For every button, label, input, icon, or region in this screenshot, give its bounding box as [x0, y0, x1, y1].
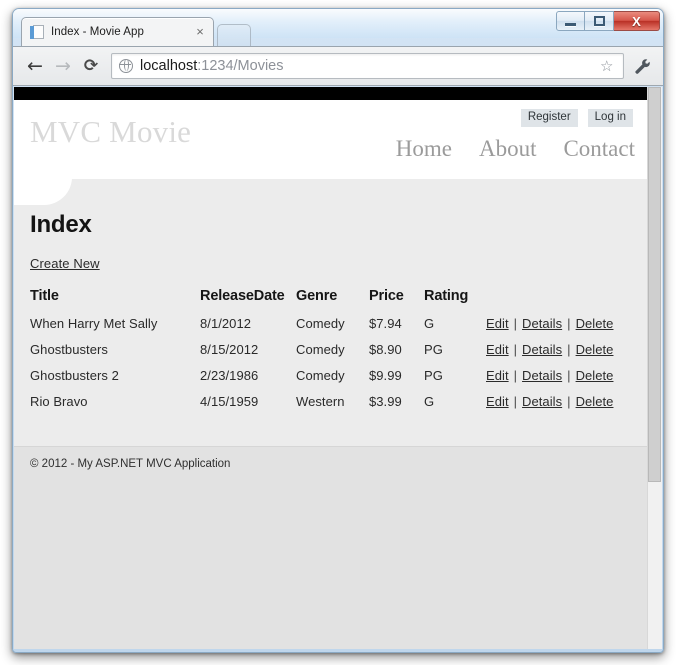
- url-host: localhost: [140, 58, 197, 74]
- create-new-wrapper: Create New: [30, 255, 631, 273]
- account-links: Register Log in: [521, 109, 633, 127]
- row-actions: Edit|Details|Delete: [486, 363, 631, 389]
- address-bar-url: localhost:1234/Movies: [140, 58, 283, 74]
- forward-icon[interactable]: →: [49, 52, 77, 80]
- address-bar[interactable]: localhost:1234/Movies ☆: [111, 53, 624, 79]
- movie-genre: Western: [296, 389, 369, 415]
- wrench-icon[interactable]: [629, 53, 655, 79]
- action-separator: |: [509, 368, 522, 383]
- nav-item-contact[interactable]: Contact: [563, 136, 635, 162]
- login-link[interactable]: Log in: [588, 109, 633, 127]
- action-separator: |: [562, 368, 575, 383]
- tab-title: Index - Movie App: [51, 26, 193, 38]
- table-header-row: Title ReleaseDate Genre Price Rating: [30, 287, 631, 311]
- movie-price: $7.94: [369, 311, 424, 337]
- site-brand[interactable]: MVC Movie: [30, 114, 191, 150]
- column-header-genre: Genre: [296, 287, 369, 311]
- delete-link[interactable]: Delete: [576, 316, 614, 331]
- page-scrollbar-thumb[interactable]: [648, 87, 661, 482]
- footer-copyright: © 2012 - My ASP.NET MVC Application: [30, 458, 631, 470]
- column-header-title: Title: [30, 287, 200, 311]
- movie-genre: Comedy: [296, 337, 369, 363]
- column-header-price: Price: [369, 287, 424, 311]
- movie-price: $3.99: [369, 389, 424, 415]
- edit-link[interactable]: Edit: [486, 342, 509, 357]
- edit-link[interactable]: Edit: [486, 368, 509, 383]
- web-page: MVC Movie Register Log in Home About Con…: [14, 87, 647, 651]
- new-tab-button[interactable]: [217, 24, 251, 46]
- action-separator: |: [509, 394, 522, 409]
- tab-close-icon[interactable]: ×: [193, 26, 207, 38]
- main-content: Index Create New Title ReleaseDate: [14, 179, 647, 446]
- window-bottom-edge: [14, 649, 662, 651]
- table-row: Rio Bravo4/15/1959Western$3.99GEdit|Deta…: [30, 389, 631, 415]
- action-separator: |: [509, 342, 522, 357]
- table-row: Ghostbusters8/15/2012Comedy$8.90PGEdit|D…: [30, 337, 631, 363]
- movie-rating: G: [424, 389, 486, 415]
- movies-table: Title ReleaseDate Genre Price Rating Whe…: [30, 287, 631, 415]
- row-actions: Edit|Details|Delete: [486, 337, 631, 363]
- page-scrollbar[interactable]: [647, 87, 662, 651]
- register-link[interactable]: Register: [521, 109, 578, 127]
- movie-title: Ghostbusters: [30, 337, 200, 363]
- action-separator: |: [509, 316, 522, 331]
- movie-release-date: 4/15/1959: [200, 389, 296, 415]
- desktop-background: X Index - Movie App × ← → ⟳ localhost:12…: [0, 0, 676, 665]
- movie-rating: PG: [424, 363, 486, 389]
- table-row: Ghostbusters 22/23/1986Comedy$9.99PGEdit…: [30, 363, 631, 389]
- column-header-rating: Rating: [424, 287, 486, 311]
- movie-rating: PG: [424, 337, 486, 363]
- document-icon: [30, 25, 45, 40]
- globe-icon: [119, 59, 133, 73]
- edit-link[interactable]: Edit: [486, 316, 509, 331]
- create-new-link[interactable]: Create New: [30, 256, 100, 271]
- page-title: Index: [30, 179, 631, 239]
- page-viewport: MVC Movie Register Log in Home About Con…: [14, 87, 662, 651]
- nav-item-about[interactable]: About: [479, 136, 537, 162]
- movie-genre: Comedy: [296, 311, 369, 337]
- action-separator: |: [562, 342, 575, 357]
- table-row: When Harry Met Sally8/1/2012Comedy$7.94G…: [30, 311, 631, 337]
- row-actions: Edit|Details|Delete: [486, 311, 631, 337]
- edit-link[interactable]: Edit: [486, 394, 509, 409]
- details-link[interactable]: Details: [522, 394, 562, 409]
- url-path: :1234/Movies: [197, 58, 283, 74]
- movie-genre: Comedy: [296, 363, 369, 389]
- action-separator: |: [562, 316, 575, 331]
- details-link[interactable]: Details: [522, 368, 562, 383]
- browser-toolbar: ← → ⟳ localhost:1234/Movies ☆: [13, 46, 663, 86]
- movie-release-date: 2/23/1986: [200, 363, 296, 389]
- back-icon[interactable]: ←: [21, 52, 49, 80]
- movie-title: When Harry Met Sally: [30, 311, 200, 337]
- movie-title: Rio Bravo: [30, 389, 200, 415]
- site-footer: © 2012 - My ASP.NET MVC Application: [14, 446, 647, 651]
- action-separator: |: [562, 394, 575, 409]
- nav-item-home[interactable]: Home: [396, 136, 452, 162]
- tab-strip: Index - Movie App ×: [13, 17, 663, 46]
- details-link[interactable]: Details: [522, 342, 562, 357]
- movie-price: $8.90: [369, 337, 424, 363]
- movie-release-date: 8/1/2012: [200, 311, 296, 337]
- row-actions: Edit|Details|Delete: [486, 389, 631, 415]
- site-header: MVC Movie Register Log in Home About Con…: [14, 100, 647, 179]
- column-header-actions: [486, 287, 631, 311]
- column-header-release: ReleaseDate: [200, 287, 296, 311]
- browser-tab[interactable]: Index - Movie App ×: [21, 17, 214, 46]
- page-top-bar: [14, 87, 647, 100]
- movies-table-body: When Harry Met Sally8/1/2012Comedy$7.94G…: [30, 311, 631, 415]
- details-link[interactable]: Details: [522, 316, 562, 331]
- bookmark-star-icon[interactable]: ☆: [600, 59, 616, 74]
- movie-title: Ghostbusters 2: [30, 363, 200, 389]
- browser-window: X Index - Movie App × ← → ⟳ localhost:12…: [12, 8, 664, 653]
- delete-link[interactable]: Delete: [576, 342, 614, 357]
- delete-link[interactable]: Delete: [576, 368, 614, 383]
- site-nav: Home About Contact: [396, 136, 635, 162]
- movie-release-date: 8/15/2012: [200, 337, 296, 363]
- delete-link[interactable]: Delete: [576, 394, 614, 409]
- movie-price: $9.99: [369, 363, 424, 389]
- reload-icon[interactable]: ⟳: [77, 52, 105, 80]
- movie-rating: G: [424, 311, 486, 337]
